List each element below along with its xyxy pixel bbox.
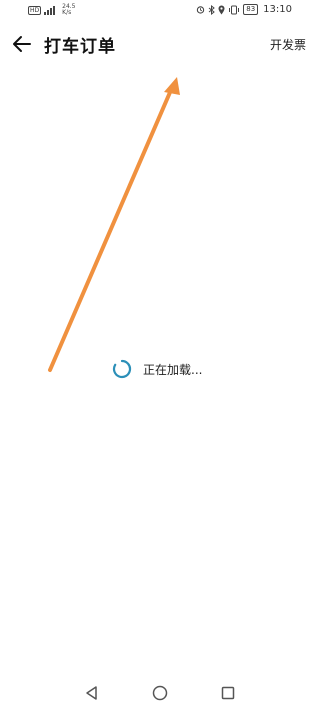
alarm-icon (197, 6, 205, 14)
hd-badge: HD (28, 5, 42, 15)
vibrate-icon (229, 5, 240, 14)
bluetooth-icon (208, 4, 216, 15)
triangle-back-icon (86, 686, 97, 700)
loading-text: 正在加载... (143, 362, 203, 377)
overlay-arrow (48, 77, 180, 372)
status-left: HD 24.5 K/s (28, 4, 76, 16)
nav-back-button[interactable] (83, 684, 101, 702)
nav-recent-button[interactable] (219, 684, 237, 702)
location-icon (218, 5, 225, 14)
signal-icon (44, 5, 56, 15)
arrow-left-icon (13, 36, 31, 52)
status-time: 13:10 (263, 4, 292, 15)
square-recent-icon (221, 686, 235, 700)
loading-indicator: 正在加载... (112, 359, 202, 379)
nav-home-button[interactable] (151, 684, 169, 702)
page-title: 打车订单 (44, 37, 116, 57)
status-bar: HD 24.5 K/s 83 13:10 (0, 0, 320, 24)
network-speed: 24.5 K/s (62, 4, 75, 16)
back-button[interactable] (10, 32, 34, 56)
network-speed-unit: K/s (62, 9, 72, 16)
app-bar: 打车订单 开发票 (0, 28, 320, 60)
loading-spinner-icon (112, 359, 132, 379)
status-right: 83 13:10 (196, 4, 292, 15)
issue-invoice-button[interactable]: 开发票 (270, 36, 306, 53)
circle-home-icon (152, 685, 168, 701)
system-nav-bar (0, 676, 320, 711)
battery-indicator: 83 (243, 4, 259, 15)
